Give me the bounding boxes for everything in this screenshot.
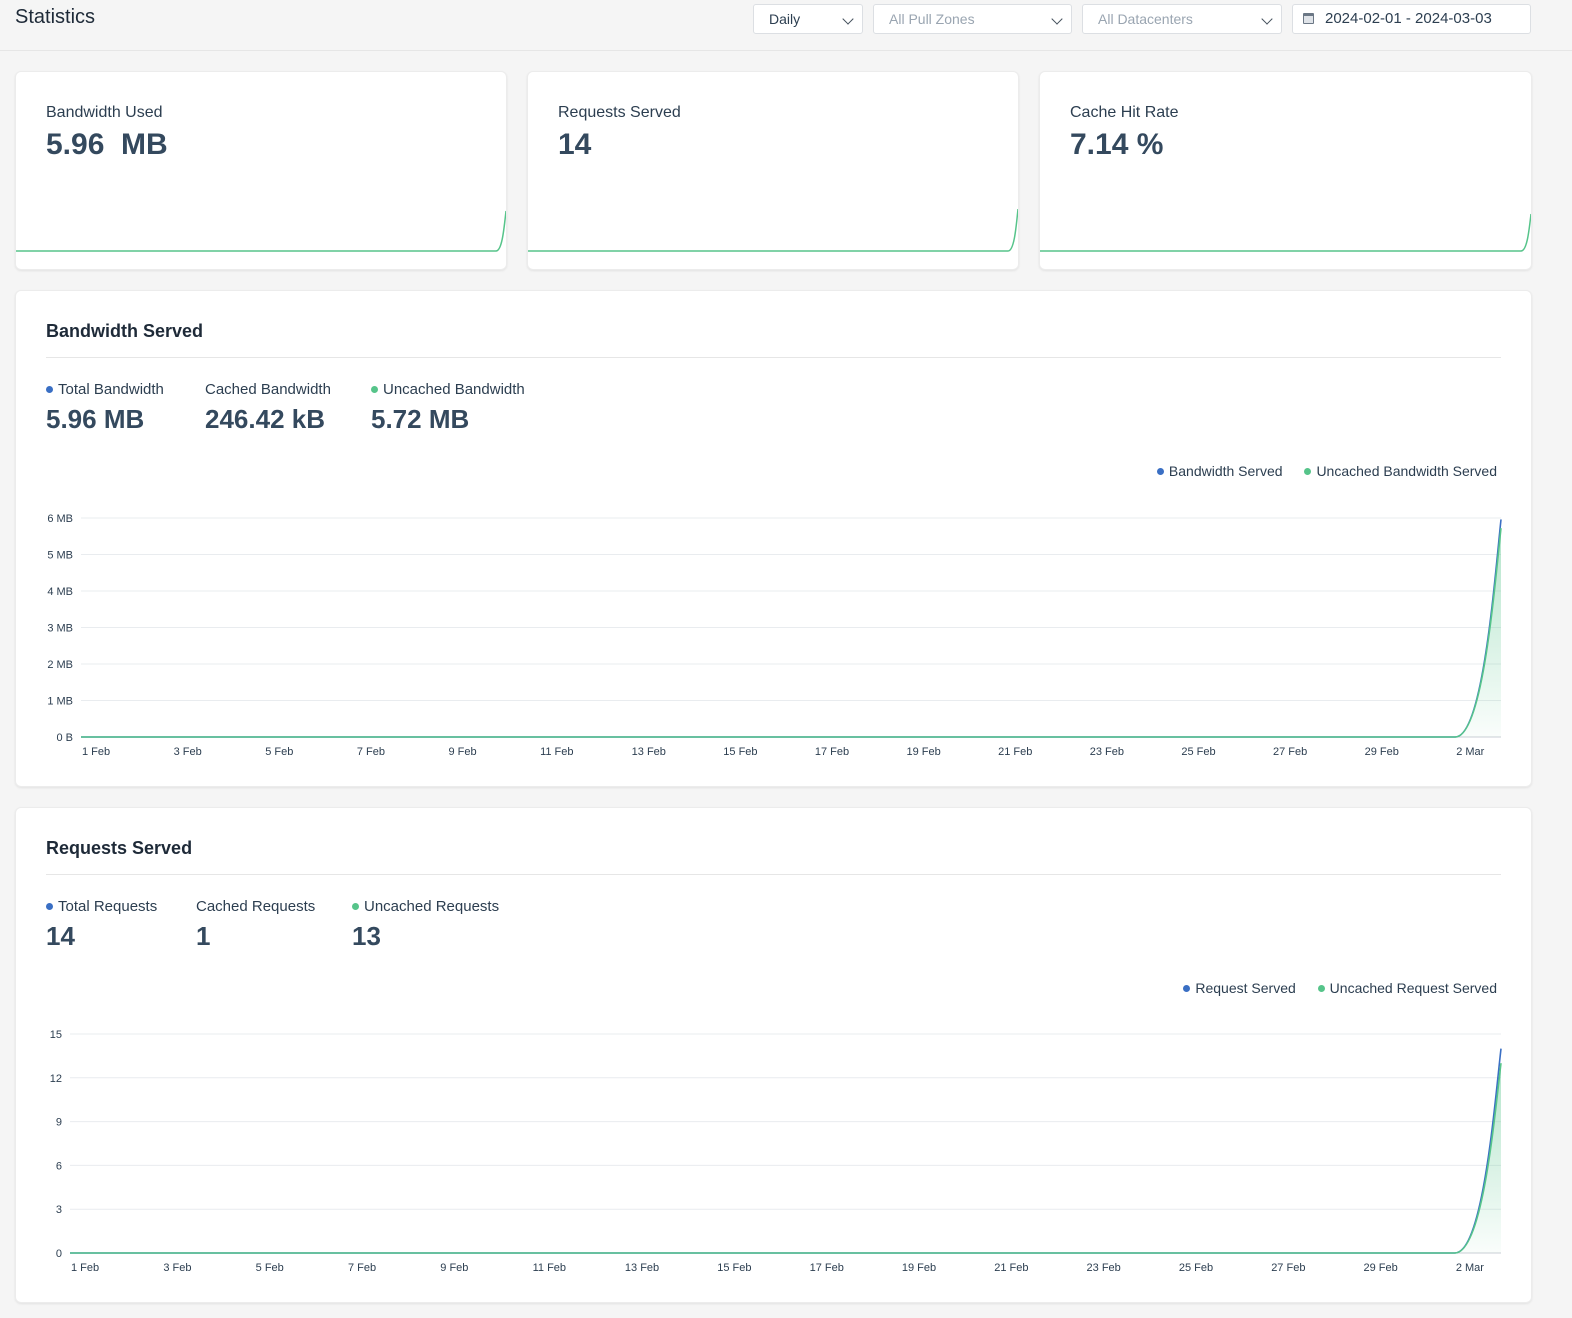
y-tick-label: 2 MB [47, 659, 73, 671]
x-tick-label: 3 Feb [174, 746, 202, 758]
page-title: Statistics [15, 6, 96, 28]
y-tick-label: 15 [50, 1029, 62, 1041]
bandwidth-chart: 0 B 1 MB 2 MB 3 MB 4 MB 5 MB 6 MB 1 Feb 3 Feb 5 F… [47, 513, 1502, 758]
uncached-area [70, 1063, 1501, 1253]
bandwidth-served-panel: Bandwidth Served Total Bandwidth 5.96 MB… [15, 290, 1532, 787]
y-tick-label: 3 [56, 1204, 62, 1216]
period-select[interactable]: Daily [753, 4, 863, 34]
requests-served-panel: Requests Served Total Requests 14 Cached… [15, 807, 1532, 1303]
stat-value: 14 [558, 128, 592, 161]
y-tick-label: 1 MB [47, 696, 73, 708]
x-tick-label: 21 Feb [994, 1262, 1028, 1274]
x-tick-label: 23 Feb [1087, 1262, 1121, 1274]
pullzone-select-value: All Pull Zones [889, 11, 975, 27]
x-tick-label: 5 Feb [256, 1262, 284, 1274]
pullzone-select[interactable]: All Pull Zones [873, 4, 1072, 34]
x-tick-label: 27 Feb [1271, 1262, 1305, 1274]
calendar-icon [1303, 13, 1314, 24]
date-range-value: 2024-02-01 - 2024-03-03 [1325, 10, 1492, 27]
y-tick-label: 3 MB [47, 623, 73, 635]
stat-label: Cache Hit Rate [1070, 104, 1179, 121]
requests-chart: 0 3 6 9 12 15 1 Feb 3 Feb 5 Feb 7 Feb 9 Feb 11 Feb 1… [50, 1029, 1502, 1274]
x-tick-label: 19 Feb [902, 1262, 936, 1274]
stat-label: Requests Served [558, 104, 681, 121]
y-tick-label: 0 B [56, 732, 73, 744]
x-tick-label: 1 Feb [71, 1262, 99, 1274]
x-tick-label: 2 Mar [1456, 746, 1484, 758]
datacenter-select-value: All Datacenters [1098, 11, 1193, 27]
top-bar: Statistics Daily All Pull Zones All Data… [0, 0, 1572, 51]
sparkline [1040, 213, 1531, 252]
bandwidth-used-card: Bandwidth Used 5.96 MB [15, 71, 507, 270]
y-tick-label: 12 [50, 1073, 62, 1085]
x-tick-label: 1 Feb [82, 746, 110, 758]
x-tick-label: 11 Feb [540, 746, 573, 758]
x-tick-label: 13 Feb [625, 1262, 659, 1274]
chevron-down-icon [1051, 13, 1063, 25]
x-tick-label: 15 Feb [723, 746, 757, 758]
x-tick-label: 3 Feb [163, 1262, 191, 1274]
x-tick-label: 13 Feb [632, 746, 666, 758]
datacenter-select[interactable]: All Datacenters [1082, 4, 1282, 34]
sparkline [528, 209, 1018, 252]
x-tick-label: 21 Feb [998, 746, 1032, 758]
x-tick-label: 7 Feb [357, 746, 385, 758]
uncached-series-line [81, 528, 1502, 738]
x-tick-label: 15 Feb [717, 1262, 751, 1274]
x-tick-label: 25 Feb [1179, 1262, 1213, 1274]
total-series-line [70, 1048, 1502, 1254]
uncached-series-line [70, 1063, 1502, 1254]
x-tick-label: 19 Feb [907, 746, 941, 758]
x-tick-label: 29 Feb [1364, 1262, 1398, 1274]
period-select-value: Daily [769, 11, 801, 27]
y-tick-label: 0 [56, 1248, 62, 1260]
uncached-area [81, 528, 1501, 737]
x-tick-label: 9 Feb [448, 746, 476, 758]
x-tick-label: 27 Feb [1273, 746, 1307, 758]
stat-label: Bandwidth Used [46, 104, 163, 121]
x-tick-label: 11 Feb [533, 1262, 566, 1274]
chevron-down-icon [842, 13, 854, 25]
y-tick-label: 4 MB [47, 586, 73, 598]
requests-served-card: Requests Served 14 [527, 71, 1019, 270]
stat-value: 5.96 MB [46, 128, 168, 161]
stat-value: 7.14 % [1070, 128, 1164, 161]
x-tick-label: 17 Feb [810, 1262, 844, 1274]
total-series-line [81, 519, 1502, 738]
x-tick-label: 2 Mar [1456, 1262, 1484, 1274]
y-tick-label: 9 [56, 1117, 62, 1129]
x-tick-label: 5 Feb [265, 746, 293, 758]
x-tick-label: 9 Feb [440, 1262, 468, 1274]
x-tick-label: 7 Feb [348, 1262, 376, 1274]
x-tick-label: 23 Feb [1090, 746, 1124, 758]
x-tick-label: 25 Feb [1181, 746, 1215, 758]
date-range-picker[interactable]: 2024-02-01 - 2024-03-03 [1292, 4, 1531, 34]
y-tick-label: 6 [56, 1160, 62, 1172]
x-tick-label: 29 Feb [1365, 746, 1399, 758]
y-tick-label: 5 MB [47, 550, 73, 562]
chevron-down-icon [1261, 13, 1273, 25]
x-tick-label: 17 Feb [815, 746, 849, 758]
sparkline [16, 210, 506, 252]
y-tick-label: 6 MB [47, 513, 73, 525]
cache-hit-rate-card: Cache Hit Rate 7.14 % [1039, 71, 1532, 270]
